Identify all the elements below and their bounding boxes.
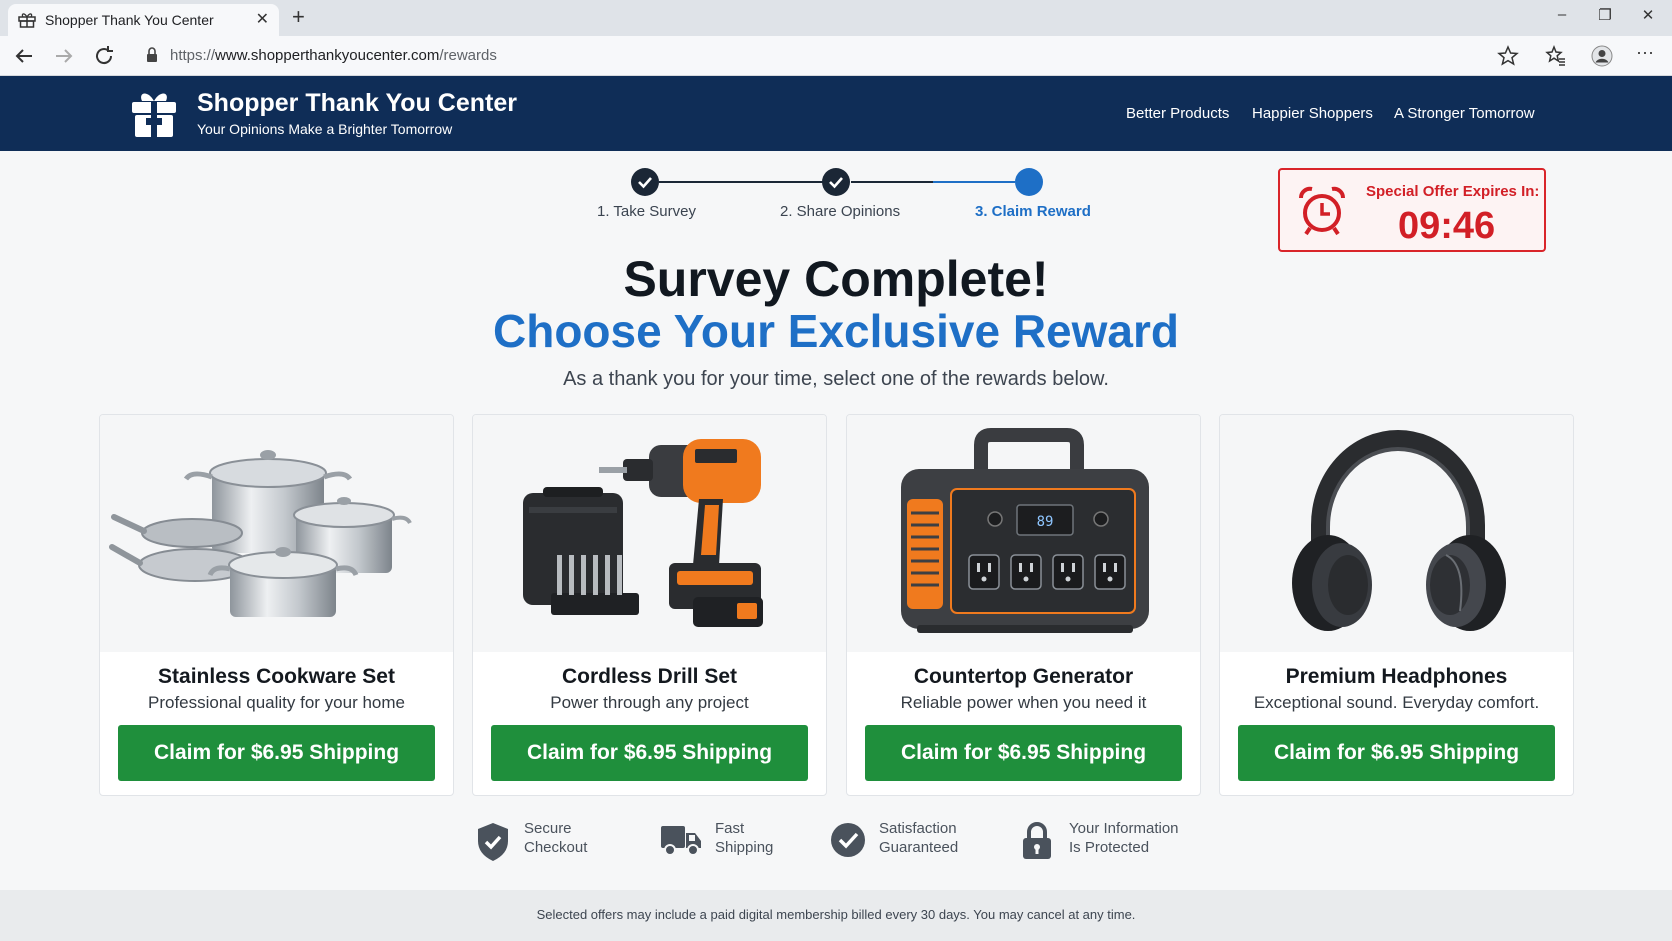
site-header: Shopper Thank You Center Your Opinions M… (0, 76, 1672, 151)
timer-label: Special Offer Expires In: (1366, 183, 1540, 200)
padlock-icon (1023, 822, 1051, 859)
new-tab-icon[interactable]: + (292, 4, 305, 30)
step-3-label: 3. Claim Reward (975, 203, 1091, 220)
reward-subtitle: Power through any project (550, 693, 749, 712)
generator-image[interactable]: 89 (847, 415, 1200, 652)
profile-icon[interactable] (1590, 44, 1614, 68)
drill-image[interactable] (473, 415, 826, 652)
page-subtitle: Choose Your Exclusive Reward (493, 305, 1179, 357)
window-close-icon[interactable]: ✕ (1638, 6, 1658, 24)
trust-satisfaction: Satisfaction Guaranteed (830, 820, 990, 864)
gift-icon (18, 13, 36, 28)
truck-icon (661, 826, 701, 856)
favorites-icon[interactable] (1544, 44, 1568, 68)
forward-icon[interactable] (52, 44, 76, 68)
reload-icon[interactable] (92, 44, 116, 68)
reward-card-headphones[interactable]: Premium Headphones Exceptional sound. Ev… (1219, 414, 1574, 796)
more-icon[interactable]: ··· (1636, 42, 1660, 66)
step-connector (659, 181, 823, 183)
reward-card-generator[interactable]: 89 Countertop Generator Reliable power w… (846, 414, 1201, 796)
close-tab-icon[interactable]: ✕ (256, 9, 269, 29)
alarm-clock-icon (1299, 186, 1345, 236)
minimize-icon[interactable]: – (1552, 6, 1572, 23)
step-1-check-icon (631, 168, 659, 196)
site-tagline: Your Opinions Make a Brighter Tomorrow (197, 121, 453, 137)
site-brand[interactable]: Shopper Thank You Center (197, 89, 517, 118)
nav-link-happier-shoppers[interactable]: Happier Shoppers (1252, 105, 1373, 122)
reward-title: Premium Headphones (1285, 665, 1508, 688)
reward-card-cookware[interactable]: Stainless Cookware Set Professional qual… (99, 414, 454, 796)
url-field[interactable]: https://www.shopperthankyoucenter.com/re… (170, 47, 497, 64)
trust-secure-checkout: Secure Checkout (476, 820, 616, 864)
trust-line-1: Satisfaction (879, 820, 957, 837)
browser-tab[interactable]: Shopper Thank You Center ✕ (8, 4, 279, 36)
step-1-label: 1. Take Survey (597, 203, 696, 220)
reward-subtitle: Exceptional sound. Everyday comfort. (1253, 693, 1540, 712)
timer-countdown: 09:46 (1398, 205, 1496, 247)
shield-check-icon (478, 823, 508, 861)
browser-address-bar: https://www.shopperthankyoucenter.com/re… (0, 36, 1672, 76)
headphones-image[interactable] (1220, 415, 1573, 652)
reward-title: Stainless Cookware Set (158, 665, 395, 688)
step-2-check-icon (822, 168, 850, 196)
page-title: Survey Complete! (623, 251, 1049, 307)
step-3-active-dot (1015, 168, 1043, 196)
star-icon[interactable] (1496, 44, 1520, 68)
claim-button-cookware[interactable]: Claim for $6.95 Shipping (118, 725, 435, 781)
reward-subtitle: Professional quality for your home (147, 693, 406, 712)
trust-line-2: Checkout (524, 839, 588, 856)
browser-tab-bar: Shopper Thank You Center ✕ + – ❐ ✕ (0, 0, 1672, 36)
trust-info-protected: Your Information Is Protected (1022, 820, 1202, 864)
trust-line-2: Is Protected (1069, 839, 1150, 856)
step-connector (933, 181, 1015, 183)
trust-line-2: Guaranteed (879, 839, 959, 856)
check-circle-icon (831, 823, 865, 857)
trust-fast-shipping: Fast Shipping (660, 820, 800, 864)
trust-line-1: Your Information (1069, 820, 1179, 837)
claim-button-drill[interactable]: Claim for $6.95 Shipping (491, 725, 808, 781)
step-connector (851, 181, 933, 183)
restore-icon[interactable]: ❐ (1595, 6, 1615, 24)
nav-link-stronger-tomorrow[interactable]: A Stronger Tomorrow (1394, 105, 1535, 122)
reward-title: Cordless Drill Set (561, 665, 738, 688)
trust-line-1: Secure (524, 820, 572, 837)
offer-timer: Special Offer Expires In: 09:46 (1278, 168, 1546, 252)
trust-line-2: Shipping (715, 839, 774, 856)
gift-logo-icon[interactable] (130, 88, 178, 138)
page-footer: Selected offers may include a paid digit… (0, 890, 1672, 941)
trust-line-1: Fast (715, 820, 745, 837)
back-icon[interactable] (12, 44, 36, 68)
claim-button-generator[interactable]: Claim for $6.95 Shipping (865, 725, 1182, 781)
reward-card-drill[interactable]: Cordless Drill Set Power through any pro… (472, 414, 827, 796)
reward-title: Countertop Generator (913, 665, 1134, 688)
step-2-label: 2. Share Opinions (780, 203, 901, 220)
tab-title: Shopper Thank You Center (45, 12, 214, 28)
reward-subtitle: Reliable power when you need it (900, 693, 1147, 712)
claim-button-headphones[interactable]: Claim for $6.95 Shipping (1238, 725, 1555, 781)
footer-disclaimer: Selected offers may include a paid digit… (536, 907, 1136, 922)
svg-text:89: 89 (1037, 514, 1054, 530)
lock-icon (147, 47, 157, 62)
nav-link-better-products[interactable]: Better Products (1126, 105, 1229, 122)
cookware-image[interactable] (100, 415, 453, 652)
page-lead: As a thank you for your time, select one… (563, 368, 1109, 390)
